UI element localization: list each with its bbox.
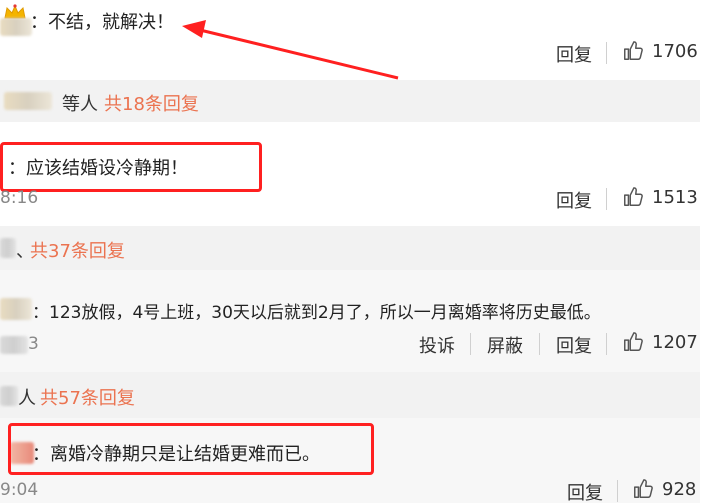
- divider: [606, 333, 607, 355]
- reply-button[interactable]: 回复: [556, 187, 592, 213]
- comment-text: ：123放假，4号上班，30天以后就到2月了，所以一月离婚率将历史最低。: [32, 303, 601, 323]
- report-button[interactable]: 投诉: [419, 332, 455, 358]
- like-button[interactable]: 928: [632, 478, 696, 500]
- like-count: 1706: [652, 40, 698, 62]
- timestamp: 9:04: [0, 480, 39, 500]
- reply-users: 人: [18, 388, 36, 409]
- divider: [617, 480, 618, 502]
- comment-1: ：不结，就解决！ 回复 1706: [0, 0, 714, 78]
- reply-button[interactable]: 回复: [567, 479, 603, 503]
- comment-3: ：123放假，4号上班，30天以后就到2月了，所以一月离婚率将历史最低。 3 投…: [0, 270, 700, 372]
- reply-summary-bar[interactable]: 等人 共18条回复: [0, 80, 700, 122]
- user-name: [0, 386, 18, 406]
- thumbs-up-icon: [634, 479, 653, 498]
- like-button[interactable]: 1513: [622, 186, 698, 208]
- reply-summary-bar[interactable]: 人 共57条回复: [0, 372, 700, 418]
- highlight-box: [0, 142, 262, 192]
- divider: [539, 333, 540, 355]
- like-count: 928: [662, 478, 697, 500]
- avatar[interactable]: [0, 18, 32, 36]
- timestamp-blur: [0, 336, 28, 354]
- reply-count-link[interactable]: 共18条回复: [104, 90, 199, 116]
- reply-button[interactable]: 回复: [556, 41, 592, 67]
- thumbs-up-icon: [624, 332, 643, 351]
- reply-users: 等人: [62, 94, 98, 115]
- reply-summary-bar[interactable]: 、 共37条回复: [0, 226, 700, 270]
- user-name: [0, 238, 16, 258]
- divider: [606, 188, 607, 210]
- timestamp: 3: [28, 334, 39, 354]
- like-button[interactable]: 1706: [622, 40, 698, 62]
- divider: [470, 333, 471, 355]
- comment-text: ：不结，就解决！: [30, 12, 174, 33]
- like-count: 1513: [652, 186, 698, 208]
- reply-button[interactable]: 回复: [556, 332, 592, 358]
- user-name: [4, 92, 52, 110]
- block-button[interactable]: 屏蔽: [487, 332, 523, 358]
- highlight-box: [8, 423, 374, 475]
- like-count: 1207: [652, 331, 698, 353]
- thumbs-up-icon: [624, 41, 643, 60]
- reply-count-link[interactable]: 共57条回复: [40, 384, 135, 410]
- like-button[interactable]: 1207: [622, 331, 698, 353]
- thumbs-up-icon: [624, 187, 643, 206]
- timestamp: 8:16: [0, 188, 39, 208]
- reply-count-link[interactable]: 共37条回复: [30, 237, 125, 263]
- avatar[interactable]: [0, 298, 32, 320]
- divider: [606, 42, 607, 64]
